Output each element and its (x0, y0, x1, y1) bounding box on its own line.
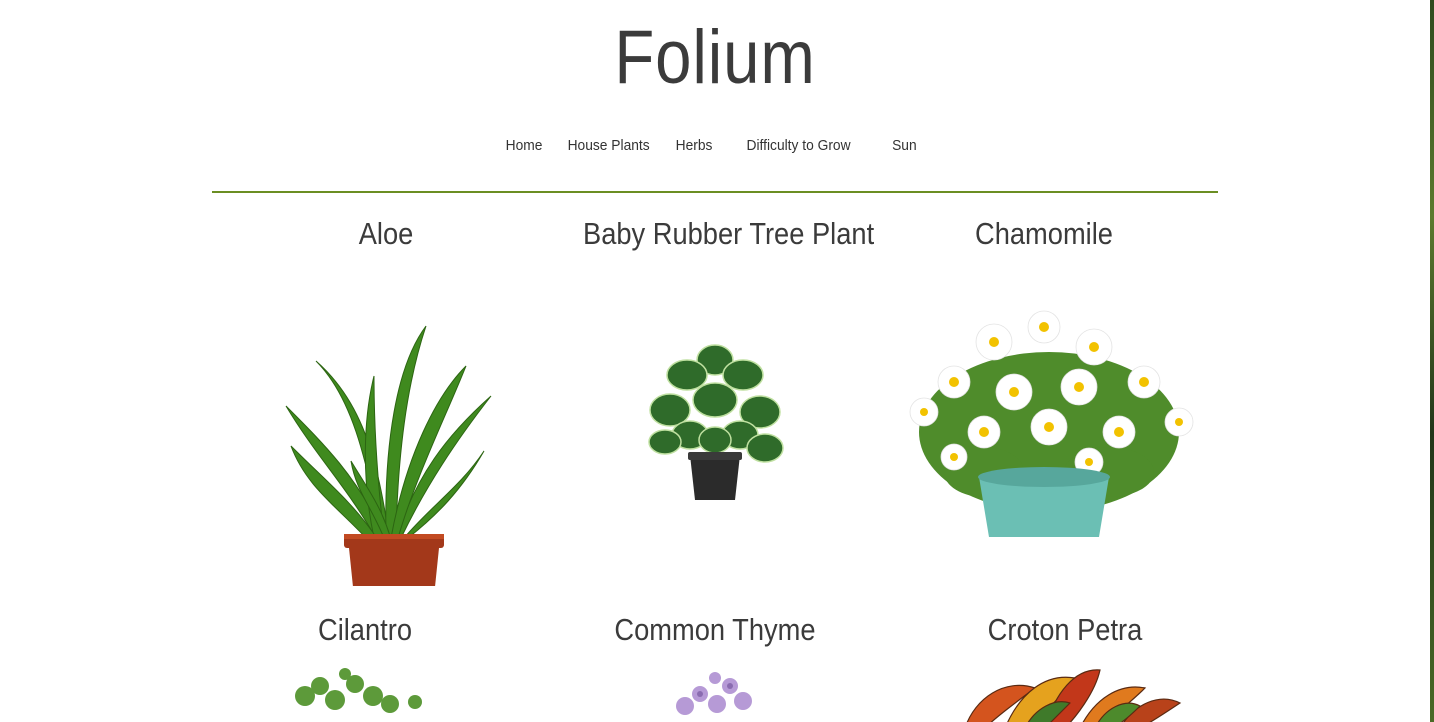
croton-plant-image[interactable] (925, 658, 1205, 722)
page-edge-strip (1430, 0, 1434, 722)
plant-card-aloe[interactable]: Aloe (236, 216, 536, 586)
thyme-plant-image[interactable] (655, 666, 775, 722)
main-nav: Home House Plants Herbs Difficulty to Gr… (0, 137, 1430, 154)
plant-card-common-thyme[interactable]: Common Thyme (565, 612, 865, 722)
plant-name[interactable]: Aloe (254, 216, 518, 252)
plant-name[interactable]: Chamomile (912, 216, 1176, 252)
nav-house-plants[interactable]: House Plants (568, 137, 650, 154)
nav-herbs[interactable]: Herbs (675, 137, 712, 154)
nav-difficulty-to-grow[interactable]: Difficulty to Grow (746, 137, 850, 154)
cilantro-plant-image[interactable] (265, 666, 465, 722)
rubber-tree-plant-image[interactable] (625, 330, 805, 570)
plant-card-baby-rubber-tree[interactable]: Baby Rubber Tree Plant (565, 216, 874, 570)
plant-name[interactable]: Cilantro (233, 612, 497, 648)
nav-sun[interactable]: Sun (892, 137, 917, 154)
plant-name[interactable]: Common Thyme (583, 612, 847, 648)
plant-name[interactable]: Croton Petra (933, 612, 1197, 648)
aloe-plant-image[interactable] (256, 276, 516, 586)
site-title: Folium (614, 15, 816, 100)
header-divider (212, 191, 1218, 193)
nav-home[interactable]: Home (506, 137, 543, 154)
plant-card-chamomile[interactable]: Chamomile (894, 216, 1194, 552)
chamomile-plant-image[interactable] (894, 272, 1204, 552)
plant-card-croton-petra[interactable]: Croton Petra (915, 612, 1215, 722)
plant-name[interactable]: Baby Rubber Tree Plant (583, 216, 874, 252)
plant-card-cilantro[interactable]: Cilantro (215, 612, 515, 722)
